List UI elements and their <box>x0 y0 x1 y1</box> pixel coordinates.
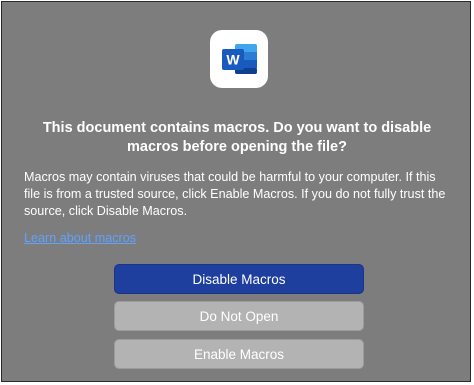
word-icon-letter: W <box>226 52 240 68</box>
disable-macros-button[interactable]: Disable Macros <box>114 264 364 294</box>
learn-about-macros-link[interactable]: Learn about macros <box>24 231 136 245</box>
enable-macros-button[interactable]: Enable Macros <box>114 339 364 369</box>
dialog-title: This document contains macros. Do you wa… <box>42 120 432 155</box>
macro-warning-dialog: W This document contains macros. Do you … <box>1 1 471 382</box>
word-app-icon: W <box>210 30 268 88</box>
do-not-open-button[interactable]: Do Not Open <box>114 301 364 331</box>
dialog-message: Macros may contain viruses that could be… <box>24 170 446 218</box>
